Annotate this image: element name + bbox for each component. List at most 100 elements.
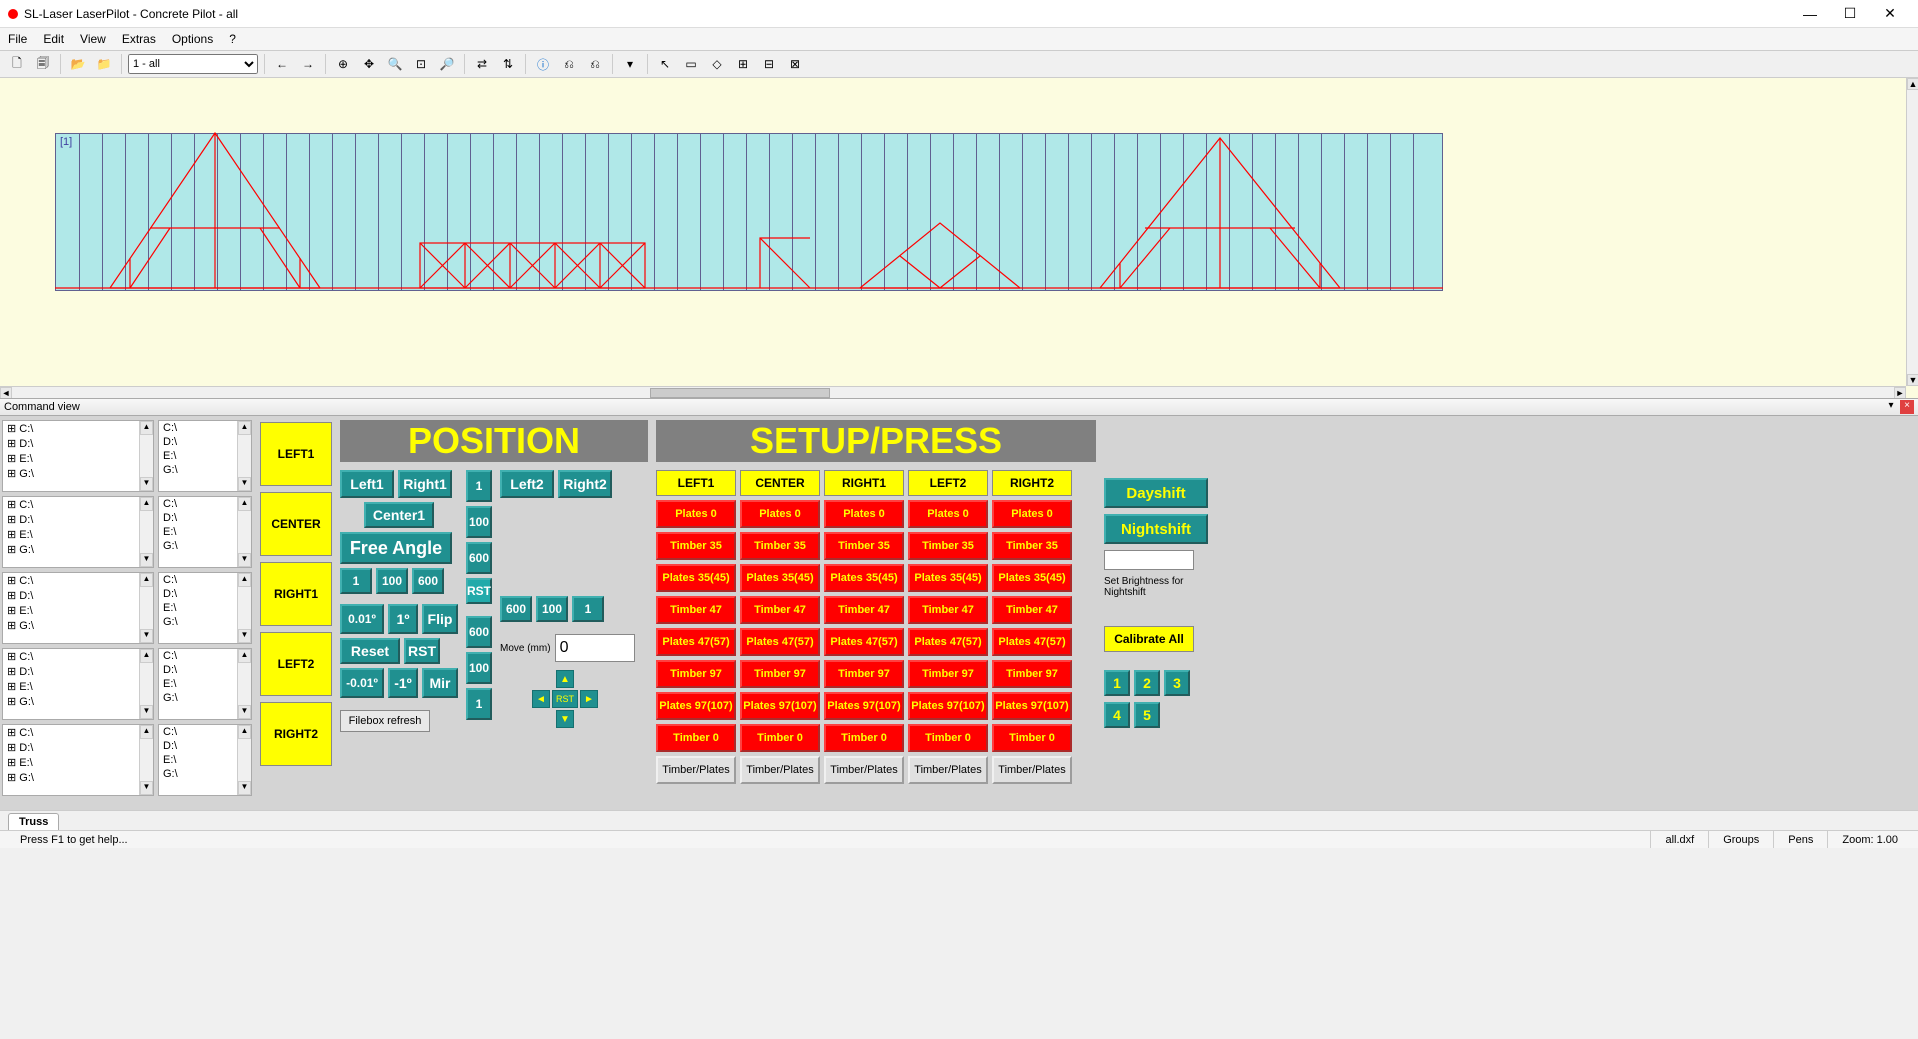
snap-b-icon[interactable]: ⊟ [758, 53, 780, 75]
file-tree-box[interactable]: ⊞ C:\⊞ D:\⊞ E:\⊞ G:\▲▼ [2, 572, 154, 644]
tree-row[interactable]: ⊞ E:\ [3, 755, 153, 770]
deg-neg-button[interactable]: -1º [388, 668, 418, 698]
setup-button[interactable]: Timber 47 [740, 596, 820, 624]
setup-button[interactable]: Plates 0 [908, 500, 988, 528]
cal-3-button[interactable]: 3 [1164, 670, 1190, 696]
setup-button[interactable]: Plates 97(107) [908, 692, 988, 720]
arrow-left-icon[interactable]: ← [271, 53, 293, 75]
file-tree-box[interactable]: C:\ D:\ E:\ G:\▲▼ [158, 420, 252, 492]
setup-button[interactable]: Timber 97 [908, 660, 988, 688]
timber-plates-button[interactable]: Timber/Plates [908, 756, 988, 784]
target-icon[interactable]: ⊕ [332, 53, 354, 75]
move-input[interactable] [555, 634, 635, 662]
arrow-rst-button[interactable]: RST [552, 690, 578, 708]
center1-button[interactable]: Center1 [364, 502, 434, 528]
menu-edit[interactable]: Edit [43, 32, 64, 46]
setup-button[interactable]: Timber 35 [824, 532, 904, 560]
mir-button[interactable]: Mir [422, 668, 458, 698]
pos-1a-button[interactable]: 1 [340, 568, 372, 594]
setup-button[interactable]: Timber 35 [740, 532, 820, 560]
setup-button[interactable]: Timber 35 [656, 532, 736, 560]
tree-row[interactable]: ⊞ C:\ [3, 649, 153, 664]
scroll-right-icon[interactable]: ► [1894, 387, 1906, 399]
rst-button[interactable]: RST [466, 578, 492, 604]
pos-col2-100-button[interactable]: 100 [466, 652, 492, 684]
vflip-icon[interactable]: ⇅ [497, 53, 519, 75]
pos-col-600-button[interactable]: 600 [466, 542, 492, 574]
setup-button[interactable]: Plates 35(45) [992, 564, 1072, 592]
reset-button[interactable]: Reset [340, 638, 400, 664]
setup-button[interactable]: Plates 35(45) [824, 564, 904, 592]
channel-left2-button[interactable]: LEFT2 [260, 632, 332, 696]
setup-button[interactable]: Timber 47 [656, 596, 736, 624]
arrow-right-icon[interactable]: → [297, 53, 319, 75]
pos-600b-button[interactable]: 600 [500, 596, 532, 622]
flip-button[interactable]: Flip [422, 604, 458, 634]
tool-b-icon[interactable]: ⎌ [584, 53, 606, 75]
setup-button[interactable]: Timber 35 [908, 532, 988, 560]
setup-button[interactable]: Plates 0 [992, 500, 1072, 528]
setup-button[interactable]: Timber 97 [824, 660, 904, 688]
tool-a-icon[interactable]: ⎌ [558, 53, 580, 75]
tree-row[interactable]: ⊞ D:\ [3, 436, 153, 451]
left1-button[interactable]: Left1 [340, 470, 394, 498]
setup-button[interactable]: Timber 97 [740, 660, 820, 688]
new-icon[interactable]: 🗋 [6, 53, 28, 75]
open-icon[interactable]: 📂 [67, 53, 89, 75]
menu-options[interactable]: Options [172, 32, 213, 46]
tree-row[interactable]: ⊞ G:\ [3, 770, 153, 785]
setup-button[interactable]: Plates 0 [824, 500, 904, 528]
drawing-canvas[interactable]: [1] // vertical grid lines drawn after [0, 78, 1918, 398]
scroll-up-icon[interactable]: ▲ [1907, 78, 1918, 90]
tree-row[interactable]: ⊞ C:\ [3, 497, 153, 512]
tree-row[interactable]: ⊞ G:\ [3, 466, 153, 481]
setup-button[interactable]: Plates 97(107) [824, 692, 904, 720]
setup-button[interactable]: Timber 47 [824, 596, 904, 624]
menu-help[interactable]: ? [229, 32, 236, 46]
maximize-button[interactable]: ☐ [1830, 2, 1870, 26]
open2-icon[interactable]: 📁 [93, 53, 115, 75]
tree-row[interactable]: ⊞ G:\ [3, 694, 153, 709]
cal-4-button[interactable]: 4 [1104, 702, 1130, 728]
setup-button[interactable]: Timber 47 [992, 596, 1072, 624]
tab-truss[interactable]: Truss [8, 813, 59, 830]
snap-a-icon[interactable]: ⊞ [732, 53, 754, 75]
pos-col2-600-button[interactable]: 600 [466, 616, 492, 648]
arrow-left-button[interactable]: ◄ [532, 690, 550, 708]
tree-row[interactable]: ⊞ C:\ [3, 725, 153, 740]
scroll-down-icon[interactable]: ▼ [1907, 374, 1918, 386]
setup-button[interactable]: Plates 47(57) [740, 628, 820, 656]
move-icon[interactable]: ✥ [358, 53, 380, 75]
setup-button[interactable]: Plates 97(107) [740, 692, 820, 720]
command-pin-icon[interactable]: ▾ [1884, 400, 1898, 414]
cal-5-button[interactable]: 5 [1134, 702, 1160, 728]
arrow-up-button[interactable]: ▲ [556, 670, 574, 688]
setup-button[interactable]: Timber 97 [992, 660, 1072, 688]
file-tree-box[interactable]: C:\ D:\ E:\ G:\▲▼ [158, 648, 252, 720]
right1-button[interactable]: Right1 [398, 470, 452, 498]
left2-button[interactable]: Left2 [500, 470, 554, 498]
pos-col-100-button[interactable]: 100 [466, 506, 492, 538]
setup-button[interactable]: Plates 35(45) [656, 564, 736, 592]
setup-button[interactable]: Plates 0 [656, 500, 736, 528]
pos-100b-button[interactable]: 100 [536, 596, 568, 622]
file-tree-box[interactable]: C:\ D:\ E:\ G:\▲▼ [158, 496, 252, 568]
copy-icon[interactable]: 🗐 [32, 53, 54, 75]
vertical-scrollbar[interactable]: ▲ ▼ [1906, 78, 1918, 386]
tree-row[interactable]: ⊞ C:\ [3, 573, 153, 588]
info-icon[interactable]: ⓘ [532, 53, 554, 75]
right2-button[interactable]: Right2 [558, 470, 612, 498]
setup-button[interactable]: Plates 47(57) [908, 628, 988, 656]
zoom-out-icon[interactable]: 🔎 [436, 53, 458, 75]
setup-button[interactable]: Timber 47 [908, 596, 988, 624]
tree-row[interactable]: ⊞ D:\ [3, 512, 153, 527]
timber-plates-button[interactable]: Timber/Plates [824, 756, 904, 784]
file-tree-box[interactable]: C:\ D:\ E:\ G:\▲▼ [158, 724, 252, 796]
cursor-icon[interactable]: ↖ [654, 53, 676, 75]
setup-button[interactable]: Plates 97(107) [992, 692, 1072, 720]
setup-button[interactable]: Plates 47(57) [824, 628, 904, 656]
tree-row[interactable]: ⊞ E:\ [3, 451, 153, 466]
rst2-button[interactable]: RST [404, 638, 440, 664]
timber-plates-button[interactable]: Timber/Plates [992, 756, 1072, 784]
tree-row[interactable]: ⊞ G:\ [3, 618, 153, 633]
